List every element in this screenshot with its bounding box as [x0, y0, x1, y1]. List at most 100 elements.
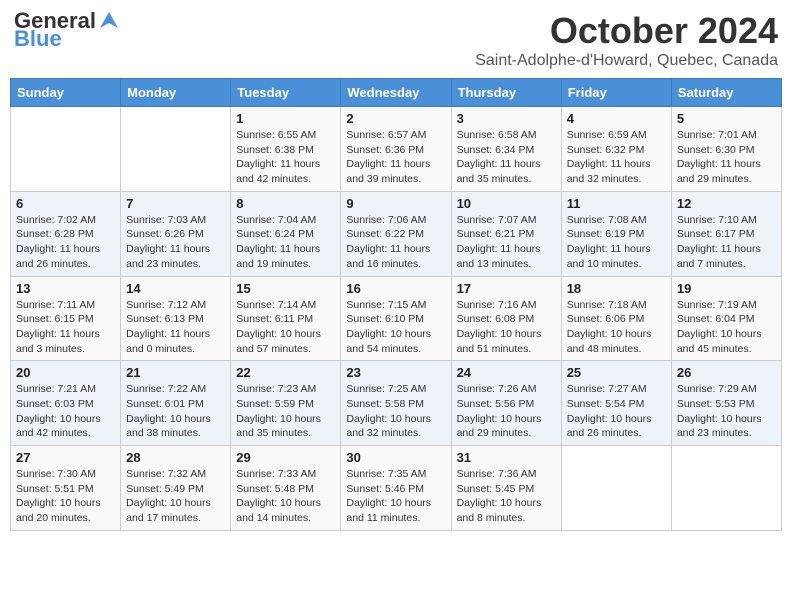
day-info: Sunrise: 7:25 AM Sunset: 5:58 PM Dayligh…: [346, 382, 445, 441]
day-info: Sunrise: 6:55 AM Sunset: 6:38 PM Dayligh…: [236, 128, 335, 187]
calendar-cell: 20Sunrise: 7:21 AM Sunset: 6:03 PM Dayli…: [11, 361, 121, 446]
day-number: 26: [677, 365, 776, 380]
main-title: October 2024: [475, 10, 778, 52]
calendar-cell: 29 Sunrise: 7:33 AM Sunset: 5:48 PM Dayli…: [231, 446, 341, 531]
day-info: Sunrise: 7:11 AM Sunset: 6:15 PM Dayligh…: [16, 298, 115, 357]
calendar-week-row: 6Sunrise: 7:02 AM Sunset: 6:28 PM Daylig…: [11, 191, 782, 276]
calendar-week-row: 27 Sunrise: 7:30 AM Sunset: 5:51 PM Dayli…: [11, 446, 782, 531]
day-info: Sunrise: 7:33 AM Sunset: 5:48 PM Dayligh…: [236, 467, 335, 526]
day-number: 28: [126, 450, 225, 465]
calendar-cell: 12 Sunrise: 7:10 AM Sunset: 6:17 PM Dayli…: [671, 191, 781, 276]
calendar-cell: 10 Sunrise: 7:07 AM Sunset: 6:21 PM Dayli…: [451, 191, 561, 276]
day-number: 19: [677, 281, 776, 296]
day-number: 10: [457, 196, 556, 211]
day-info: Sunrise: 6:57 AM Sunset: 6:36 PM Dayligh…: [346, 128, 445, 187]
weekday-header-row: SundayMondayTuesdayWednesdayThursdayFrid…: [11, 79, 782, 107]
calendar-cell: 19Sunrise: 7:19 AM Sunset: 6:04 PM Dayli…: [671, 276, 781, 361]
calendar-cell: [671, 446, 781, 531]
calendar-cell: 21Sunrise: 7:22 AM Sunset: 6:01 PM Dayli…: [121, 361, 231, 446]
weekday-header-tuesday: Tuesday: [231, 79, 341, 107]
day-number: 22: [236, 365, 335, 380]
weekday-header-thursday: Thursday: [451, 79, 561, 107]
day-info: Sunrise: 7:21 AM Sunset: 6:03 PM Dayligh…: [16, 382, 115, 441]
day-number: 7: [126, 196, 225, 211]
calendar-cell: [121, 107, 231, 192]
day-number: 3: [457, 111, 556, 126]
calendar-cell: 6Sunrise: 7:02 AM Sunset: 6:28 PM Daylig…: [11, 191, 121, 276]
day-number: 8: [236, 196, 335, 211]
day-number: 21: [126, 365, 225, 380]
calendar-cell: 17Sunrise: 7:16 AM Sunset: 6:08 PM Dayli…: [451, 276, 561, 361]
calendar-cell: 16Sunrise: 7:15 AM Sunset: 6:10 PM Dayli…: [341, 276, 451, 361]
calendar-cell: 28Sunrise: 7:32 AM Sunset: 5:49 PM Dayli…: [121, 446, 231, 531]
day-number: 11: [567, 196, 666, 211]
day-info: Sunrise: 7:30 AM Sunset: 5:51 PM Dayligh…: [16, 467, 115, 526]
day-info: Sunrise: 7:29 AM Sunset: 5:53 PM Dayligh…: [677, 382, 776, 441]
day-number: 23: [346, 365, 445, 380]
calendar-cell: 2 Sunrise: 6:57 AM Sunset: 6:36 PM Daylig…: [341, 107, 451, 192]
title-block: October 2024 Saint-Adolphe-d'Howard, Que…: [475, 10, 778, 70]
weekday-header-monday: Monday: [121, 79, 231, 107]
day-info: Sunrise: 7:01 AM Sunset: 6:30 PM Dayligh…: [677, 128, 776, 187]
day-info: Sunrise: 7:36 AM Sunset: 5:45 PM Dayligh…: [457, 467, 556, 526]
day-info: Sunrise: 7:07 AM Sunset: 6:21 PM Dayligh…: [457, 213, 556, 272]
day-info: Sunrise: 7:04 AM Sunset: 6:24 PM Dayligh…: [236, 213, 335, 272]
day-info: Sunrise: 7:14 AM Sunset: 6:11 PM Dayligh…: [236, 298, 335, 357]
day-number: 17: [457, 281, 556, 296]
day-number: 18: [567, 281, 666, 296]
weekday-header-saturday: Saturday: [671, 79, 781, 107]
calendar-cell: [11, 107, 121, 192]
day-number: 5: [677, 111, 776, 126]
calendar-cell: 31 Sunrise: 7:36 AM Sunset: 5:45 PM Dayli…: [451, 446, 561, 531]
day-number: 31: [457, 450, 556, 465]
day-number: 9: [346, 196, 445, 211]
calendar-cell: 23 Sunrise: 7:25 AM Sunset: 5:58 PM Dayli…: [341, 361, 451, 446]
day-number: 29: [236, 450, 335, 465]
logo: General Blue: [14, 10, 120, 50]
day-number: 15: [236, 281, 335, 296]
day-info: Sunrise: 6:58 AM Sunset: 6:34 PM Dayligh…: [457, 128, 556, 187]
day-info: Sunrise: 6:59 AM Sunset: 6:32 PM Dayligh…: [567, 128, 666, 187]
day-number: 27: [16, 450, 115, 465]
day-info: Sunrise: 7:27 AM Sunset: 5:54 PM Dayligh…: [567, 382, 666, 441]
calendar-cell: 18 Sunrise: 7:18 AM Sunset: 6:06 PM Dayli…: [561, 276, 671, 361]
day-info: Sunrise: 7:26 AM Sunset: 5:56 PM Dayligh…: [457, 382, 556, 441]
day-info: Sunrise: 7:02 AM Sunset: 6:28 PM Dayligh…: [16, 213, 115, 272]
day-info: Sunrise: 7:23 AM Sunset: 5:59 PM Dayligh…: [236, 382, 335, 441]
calendar-table: SundayMondayTuesdayWednesdayThursdayFrid…: [10, 78, 782, 531]
calendar-cell: 26 Sunrise: 7:29 AM Sunset: 5:53 PM Dayli…: [671, 361, 781, 446]
calendar-cell: [561, 446, 671, 531]
calendar-cell: 8 Sunrise: 7:04 AM Sunset: 6:24 PM Daylig…: [231, 191, 341, 276]
calendar-cell: 14 Sunrise: 7:12 AM Sunset: 6:13 PM Dayli…: [121, 276, 231, 361]
day-info: Sunrise: 7:03 AM Sunset: 6:26 PM Dayligh…: [126, 213, 225, 272]
day-number: 13: [16, 281, 115, 296]
weekday-header-friday: Friday: [561, 79, 671, 107]
calendar-cell: 4Sunrise: 6:59 AM Sunset: 6:32 PM Daylig…: [561, 107, 671, 192]
subtitle: Saint-Adolphe-d'Howard, Quebec, Canada: [475, 52, 778, 70]
day-info: Sunrise: 7:10 AM Sunset: 6:17 PM Dayligh…: [677, 213, 776, 272]
calendar-cell: 25 Sunrise: 7:27 AM Sunset: 5:54 PM Dayli…: [561, 361, 671, 446]
day-number: 25: [567, 365, 666, 380]
day-info: Sunrise: 7:18 AM Sunset: 6:06 PM Dayligh…: [567, 298, 666, 357]
weekday-header-sunday: Sunday: [11, 79, 121, 107]
calendar-cell: 24 Sunrise: 7:26 AM Sunset: 5:56 PM Dayli…: [451, 361, 561, 446]
calendar-cell: 9 Sunrise: 7:06 AM Sunset: 6:22 PM Daylig…: [341, 191, 451, 276]
day-info: Sunrise: 7:06 AM Sunset: 6:22 PM Dayligh…: [346, 213, 445, 272]
calendar-cell: 15 Sunrise: 7:14 AM Sunset: 6:11 PM Dayli…: [231, 276, 341, 361]
day-info: Sunrise: 7:12 AM Sunset: 6:13 PM Dayligh…: [126, 298, 225, 357]
page-header: General Blue October 2024 Saint-Adolphe-…: [10, 10, 782, 70]
calendar-cell: 30Sunrise: 7:35 AM Sunset: 5:46 PM Dayli…: [341, 446, 451, 531]
calendar-week-row: 20Sunrise: 7:21 AM Sunset: 6:03 PM Dayli…: [11, 361, 782, 446]
day-number: 14: [126, 281, 225, 296]
calendar-cell: 13 Sunrise: 7:11 AM Sunset: 6:15 PM Dayli…: [11, 276, 121, 361]
calendar-cell: 11Sunrise: 7:08 AM Sunset: 6:19 PM Dayli…: [561, 191, 671, 276]
calendar-cell: 27 Sunrise: 7:30 AM Sunset: 5:51 PM Dayli…: [11, 446, 121, 531]
day-number: 24: [457, 365, 556, 380]
calendar-week-row: 1Sunrise: 6:55 AM Sunset: 6:38 PM Daylig…: [11, 107, 782, 192]
day-info: Sunrise: 7:35 AM Sunset: 5:46 PM Dayligh…: [346, 467, 445, 526]
calendar-cell: 5 Sunrise: 7:01 AM Sunset: 6:30 PM Daylig…: [671, 107, 781, 192]
day-number: 12: [677, 196, 776, 211]
calendar-cell: 3 Sunrise: 6:58 AM Sunset: 6:34 PM Daylig…: [451, 107, 561, 192]
day-number: 2: [346, 111, 445, 126]
logo-blue-text: Blue: [14, 28, 120, 50]
